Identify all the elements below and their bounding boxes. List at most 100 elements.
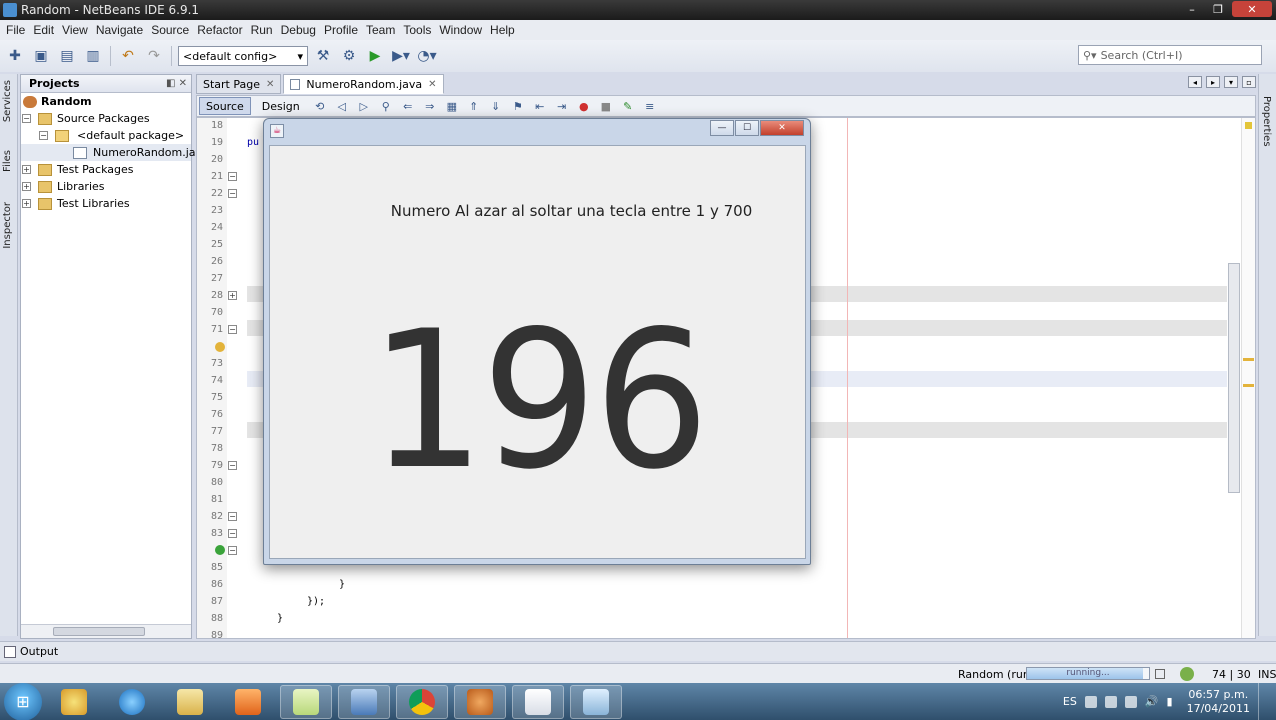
shift-left-icon[interactable]: ⇤ [531,98,549,114]
close-button[interactable]: ✕ [1232,1,1272,17]
error-stripe[interactable] [1241,118,1255,638]
fold-collapse-icon[interactable]: − [228,461,237,470]
taskbar-app-virtualbox[interactable] [338,684,390,719]
output-tab[interactable]: Output [20,645,58,658]
scroll-left-icon[interactable]: ◂ [1188,76,1202,88]
dialog-maximize-button[interactable]: ☐ [735,120,759,136]
clock[interactable]: 06:57 p.m. 17/04/2011 [1187,688,1250,716]
editor-vertical-scrollbar[interactable] [1227,118,1241,638]
taskbar-app-folder[interactable] [280,684,332,719]
debug-icon[interactable]: ▶▾ [390,45,412,67]
tree-item-default-package[interactable]: − <default package> [21,127,191,144]
clean-build-icon[interactable]: ⚙ [338,45,360,67]
fold-expand-icon[interactable]: + [228,291,237,300]
fold-collapse-icon[interactable]: − [228,529,237,538]
taskbar-app-internet-explorer[interactable] [106,685,158,719]
menu-help[interactable]: Help [486,23,519,37]
taskbar-app-java[interactable] [512,684,564,719]
services-tab[interactable]: Services [2,80,13,122]
collapse-icon[interactable]: − [22,114,31,123]
taskbar-app-chrome[interactable] [396,684,448,719]
network-icon[interactable]: ▮ [1167,695,1173,708]
menu-navigate[interactable]: Navigate [92,23,147,37]
last-edit-icon[interactable]: ⟲ [311,98,329,114]
toggle-highlight-icon[interactable]: ▦ [443,98,461,114]
tree-item-numerorandom[interactable]: NumeroRandom.java [21,144,209,161]
run-status[interactable]: Random (run) [958,668,1034,681]
override-marker-icon[interactable] [215,545,225,555]
fold-collapse-icon[interactable]: − [228,172,237,181]
scrollbar-thumb[interactable] [53,627,145,636]
tree-item-test-libraries[interactable]: + Test Libraries [21,195,191,212]
menu-team[interactable]: Team [362,23,399,37]
search-input[interactable]: ⚲▾ Search (Ctrl+I) [1078,45,1262,65]
annotation-marker[interactable] [1243,358,1254,361]
menu-debug[interactable]: Debug [277,23,320,37]
tab-list-icon[interactable]: ▾ [1224,76,1238,88]
menu-run[interactable]: Run [247,23,277,37]
expand-icon[interactable]: + [22,165,31,174]
build-icon[interactable]: ⚒ [312,45,334,67]
tree-item-random[interactable]: Random [21,93,191,110]
start-button[interactable]: ⊞ [4,682,42,720]
tray-icon[interactable] [1104,695,1117,708]
tree-item-test-packages[interactable]: + Test Packages [21,161,191,178]
warning-hint-icon[interactable] [215,342,225,352]
stop-macro-icon[interactable]: ■ [597,98,615,114]
tray-icon[interactable] [1084,695,1097,708]
menu-refactor[interactable]: Refactor [193,23,246,37]
show-desktop-button[interactable] [1258,683,1268,720]
open-project-icon[interactable]: ▤ [56,45,78,67]
dialog-close-button[interactable]: ✕ [760,120,804,136]
next-bookmark-icon[interactable]: ⇓ [487,98,505,114]
start-macro-icon[interactable]: ● [575,98,593,114]
files-tab[interactable]: Files [2,150,13,172]
maximize-editor-icon[interactable]: ▫ [1242,76,1256,88]
tray-icon[interactable] [1124,695,1137,708]
undo-icon[interactable]: ↶ [117,45,139,67]
new-project-icon[interactable]: ▣ [30,45,52,67]
previous-bookmark-icon[interactable]: ⇑ [465,98,483,114]
expand-icon[interactable]: + [22,182,31,191]
taskbar-app-gimp[interactable] [454,684,506,719]
cancel-task-icon[interactable] [1155,669,1165,679]
back-icon[interactable]: ◁ [333,98,351,114]
fold-collapse-icon[interactable]: − [228,546,237,555]
collapse-icon[interactable]: − [39,131,48,140]
close-tab-icon[interactable]: ✕ [266,79,274,90]
scrollbar-thumb[interactable] [1228,263,1240,493]
profile-icon[interactable]: ◔▾ [416,45,438,67]
forward-icon[interactable]: ▷ [355,98,373,114]
language-indicator[interactable]: ES [1063,695,1077,708]
dialog-minimize-button[interactable]: — [710,120,734,136]
menu-edit[interactable]: Edit [29,23,58,37]
menu-profile[interactable]: Profile [320,23,362,37]
projects-horizontal-scrollbar[interactable] [21,624,191,638]
taskbar-app-paint[interactable] [48,685,100,719]
design-mode-button[interactable]: Design [255,97,307,115]
redo-icon[interactable]: ↷ [143,45,165,67]
annotation-marker[interactable] [1243,384,1254,387]
taskbar-app-media-player[interactable] [222,685,274,719]
expand-icon[interactable]: + [22,199,31,208]
menu-tools[interactable]: Tools [399,23,435,37]
run-progress-bar[interactable]: running... [1026,667,1150,680]
dialog-content[interactable]: Numero Al azar al soltar una tecla entre… [269,145,806,559]
toggle-bookmark-icon[interactable]: ⚑ [509,98,527,114]
fold-collapse-icon[interactable]: − [228,189,237,198]
source-mode-button[interactable]: Source [199,97,251,115]
inspector-tab[interactable]: Inspector [2,202,13,249]
new-file-icon[interactable]: ✚ [4,45,26,67]
taskbar-app-notepad[interactable] [570,684,622,719]
tab-start-page[interactable]: Start Page ✕ [196,74,282,94]
panel-controls[interactable]: ◧ ✕ [166,78,187,89]
comment-icon[interactable]: ✎ [619,98,637,114]
fold-collapse-icon[interactable]: − [228,512,237,521]
minimize-button[interactable]: – [1180,1,1204,17]
tree-item-libraries[interactable]: + Libraries [21,178,191,195]
config-select[interactable]: <default config> ▾ [178,46,308,66]
properties-tab[interactable]: Properties [1261,96,1272,147]
fold-collapse-icon[interactable]: − [228,325,237,334]
volume-icon[interactable]: 🔊 [1145,695,1159,708]
close-tab-icon[interactable]: ✕ [428,79,436,90]
